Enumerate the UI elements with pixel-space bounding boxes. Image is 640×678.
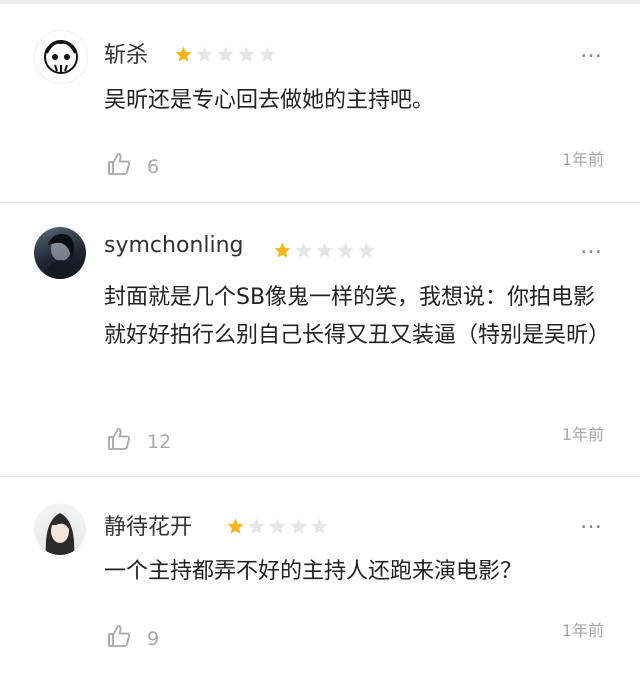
- timestamp: 1年前: [561, 150, 604, 169]
- username[interactable]: symchonling: [104, 233, 244, 258]
- like-count: 9: [147, 628, 160, 650]
- thumbs-up-icon[interactable]: [106, 151, 132, 177]
- username[interactable]: 静待花开: [104, 509, 192, 541]
- star-empty-icon: [238, 46, 255, 62]
- avatar[interactable]: [34, 503, 86, 555]
- star-empty-icon: [316, 242, 333, 258]
- star-empty-icon: [311, 518, 328, 534]
- review-item: 静待花开 … 一个主持都弄不好的主持人还跑来演电影？ 9 1年前: [0, 477, 640, 677]
- star-filled-icon: [175, 46, 192, 62]
- star-empty-icon: [259, 46, 276, 62]
- star-empty-icon: [337, 242, 354, 258]
- review-text: 一个主持都弄不好的主持人还跑来演电影？: [104, 559, 523, 584]
- like-count: 12: [147, 431, 172, 453]
- star-empty-icon: [217, 46, 234, 62]
- review-item: symchonling … 封面就是几个SB像鬼一样的笑，我想说：你拍电影就好好…: [0, 203, 640, 476]
- more-options-icon[interactable]: …: [580, 234, 604, 259]
- star-filled-icon: [274, 242, 291, 258]
- thumbs-up-icon[interactable]: [106, 623, 132, 649]
- star-empty-icon: [290, 518, 307, 534]
- star-empty-icon: [196, 46, 213, 62]
- timestamp: 1年前: [561, 425, 604, 444]
- star-empty-icon: [248, 518, 265, 534]
- thumbs-up-icon[interactable]: [106, 426, 132, 452]
- avatar[interactable]: [34, 30, 88, 84]
- like-count: 6: [147, 156, 160, 178]
- star-empty-icon: [295, 242, 312, 258]
- star-empty-icon: [358, 242, 375, 258]
- star-filled-icon: [227, 518, 244, 534]
- star-empty-icon: [269, 518, 286, 534]
- review-text: 吴昕还是专心回去做她的主持吧。: [104, 88, 435, 113]
- more-options-icon[interactable]: …: [580, 509, 604, 534]
- review-text: 封面就是几个SB像鬼一样的笑，我想说：你拍电影就好好拍行么别自己长得又丑又装逼（…: [104, 285, 611, 348]
- rating-stars: [174, 45, 277, 64]
- review-item: 斩杀 … 吴昕还是专心回去做她的主持吧。 6 1年前: [0, 4, 640, 202]
- timestamp: 1年前: [561, 621, 604, 640]
- avatar[interactable]: [34, 227, 86, 279]
- rating-stars: [273, 241, 376, 260]
- username[interactable]: 斩杀: [104, 37, 148, 69]
- more-options-icon[interactable]: …: [580, 38, 604, 63]
- rating-stars: [226, 517, 329, 536]
